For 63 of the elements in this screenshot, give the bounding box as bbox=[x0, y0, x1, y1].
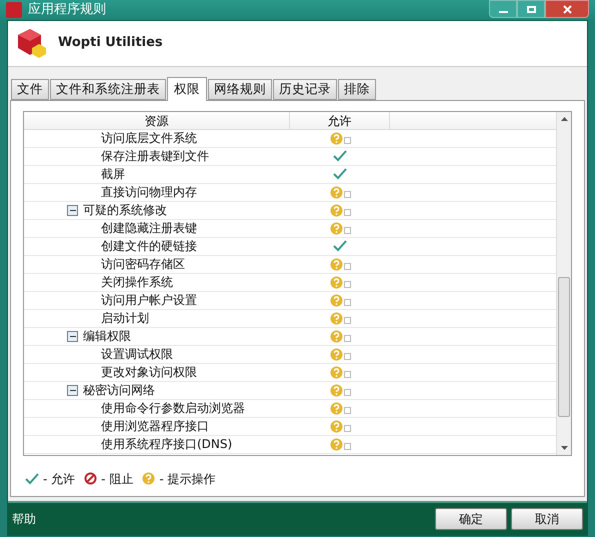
scroll-up-icon[interactable] bbox=[560, 116, 568, 121]
resource-label: 启动计划 bbox=[101, 310, 149, 328]
tab[interactable]: 排除 bbox=[338, 78, 376, 100]
dialog-button[interactable]: 取消 bbox=[511, 508, 583, 530]
legend-label: - 允许 bbox=[43, 470, 76, 488]
menu-icon[interactable] bbox=[344, 425, 350, 432]
dialog-button[interactable]: 确定 bbox=[435, 508, 507, 530]
resource-label: 使用系统程序接口(DNS) bbox=[101, 436, 232, 454]
menu-icon[interactable] bbox=[344, 443, 350, 450]
maximize-button[interactable] bbox=[517, 0, 545, 18]
scroll-down-icon[interactable] bbox=[560, 446, 568, 450]
resource-label: 设置调试权限 bbox=[101, 346, 173, 364]
legend-label: - 提示操作 bbox=[159, 470, 216, 488]
resource-label: 关闭操作系统 bbox=[101, 274, 173, 292]
resource-label: 使用浏览器程序接口 bbox=[101, 418, 209, 436]
resource-label: 创建隐藏注册表键 bbox=[101, 220, 197, 238]
menu-icon[interactable] bbox=[344, 371, 350, 378]
menu-icon[interactable] bbox=[344, 389, 350, 396]
resource-label: 访问底层文件系统 bbox=[101, 130, 197, 148]
app-logo-icon bbox=[6, 2, 22, 18]
resource-label: 使用命令行参数启动浏览器 bbox=[101, 400, 245, 418]
resource-label: 访问密码存储区 bbox=[101, 256, 185, 274]
resource-label: 更改对象访问权限 bbox=[101, 364, 197, 382]
resource-label: 直接访问物理内存 bbox=[101, 184, 197, 202]
menu-icon[interactable] bbox=[344, 353, 350, 360]
question-icon bbox=[142, 472, 156, 486]
menu-icon[interactable] bbox=[344, 137, 350, 144]
menu-icon[interactable] bbox=[344, 191, 350, 198]
help-link[interactable]: 帮助 bbox=[12, 510, 36, 528]
resource-label: 可疑的系统修改 bbox=[83, 202, 167, 220]
app-name: Wopti Utilities bbox=[58, 34, 163, 52]
menu-icon[interactable] bbox=[344, 335, 350, 342]
tab[interactable]: 文件和系统注册表 bbox=[50, 78, 166, 100]
resource-label: 访问用户帐户设置 bbox=[101, 292, 197, 310]
column-header[interactable]: 资源 bbox=[24, 112, 290, 129]
tab[interactable]: 权限 bbox=[167, 76, 207, 101]
check-icon bbox=[25, 472, 39, 485]
close-icon bbox=[562, 4, 572, 14]
tab[interactable]: 文件 bbox=[11, 78, 49, 100]
close-button[interactable] bbox=[545, 0, 589, 18]
resource-label: 秘密访问网络 bbox=[83, 382, 155, 400]
menu-icon[interactable] bbox=[344, 263, 350, 270]
menu-icon[interactable] bbox=[344, 299, 350, 306]
block-icon bbox=[84, 472, 98, 486]
window-title: 应用程序规则 bbox=[28, 1, 106, 20]
menu-icon[interactable] bbox=[344, 281, 350, 288]
resource-label: 截屏 bbox=[101, 166, 125, 184]
tab[interactable]: 网络规则 bbox=[208, 78, 272, 100]
menu-icon[interactable] bbox=[344, 317, 350, 324]
menu-icon[interactable] bbox=[344, 209, 350, 216]
resource-label: 保存注册表键到文件 bbox=[101, 148, 209, 166]
collapse-icon[interactable] bbox=[67, 330, 78, 342]
column-header[interactable]: 允许 bbox=[290, 112, 390, 129]
collapse-icon[interactable] bbox=[67, 204, 78, 216]
resource-label: 编辑权限 bbox=[83, 328, 131, 346]
menu-icon[interactable] bbox=[344, 227, 350, 234]
minimize-button[interactable] bbox=[489, 0, 517, 18]
menu-icon[interactable] bbox=[344, 407, 350, 414]
legend-label: - 阻止 bbox=[101, 470, 134, 488]
collapse-icon[interactable] bbox=[67, 384, 78, 396]
scrollbar[interactable] bbox=[556, 112, 571, 455]
resource-label: 创建文件的硬链接 bbox=[101, 238, 197, 256]
tab[interactable]: 历史记录 bbox=[273, 78, 337, 100]
